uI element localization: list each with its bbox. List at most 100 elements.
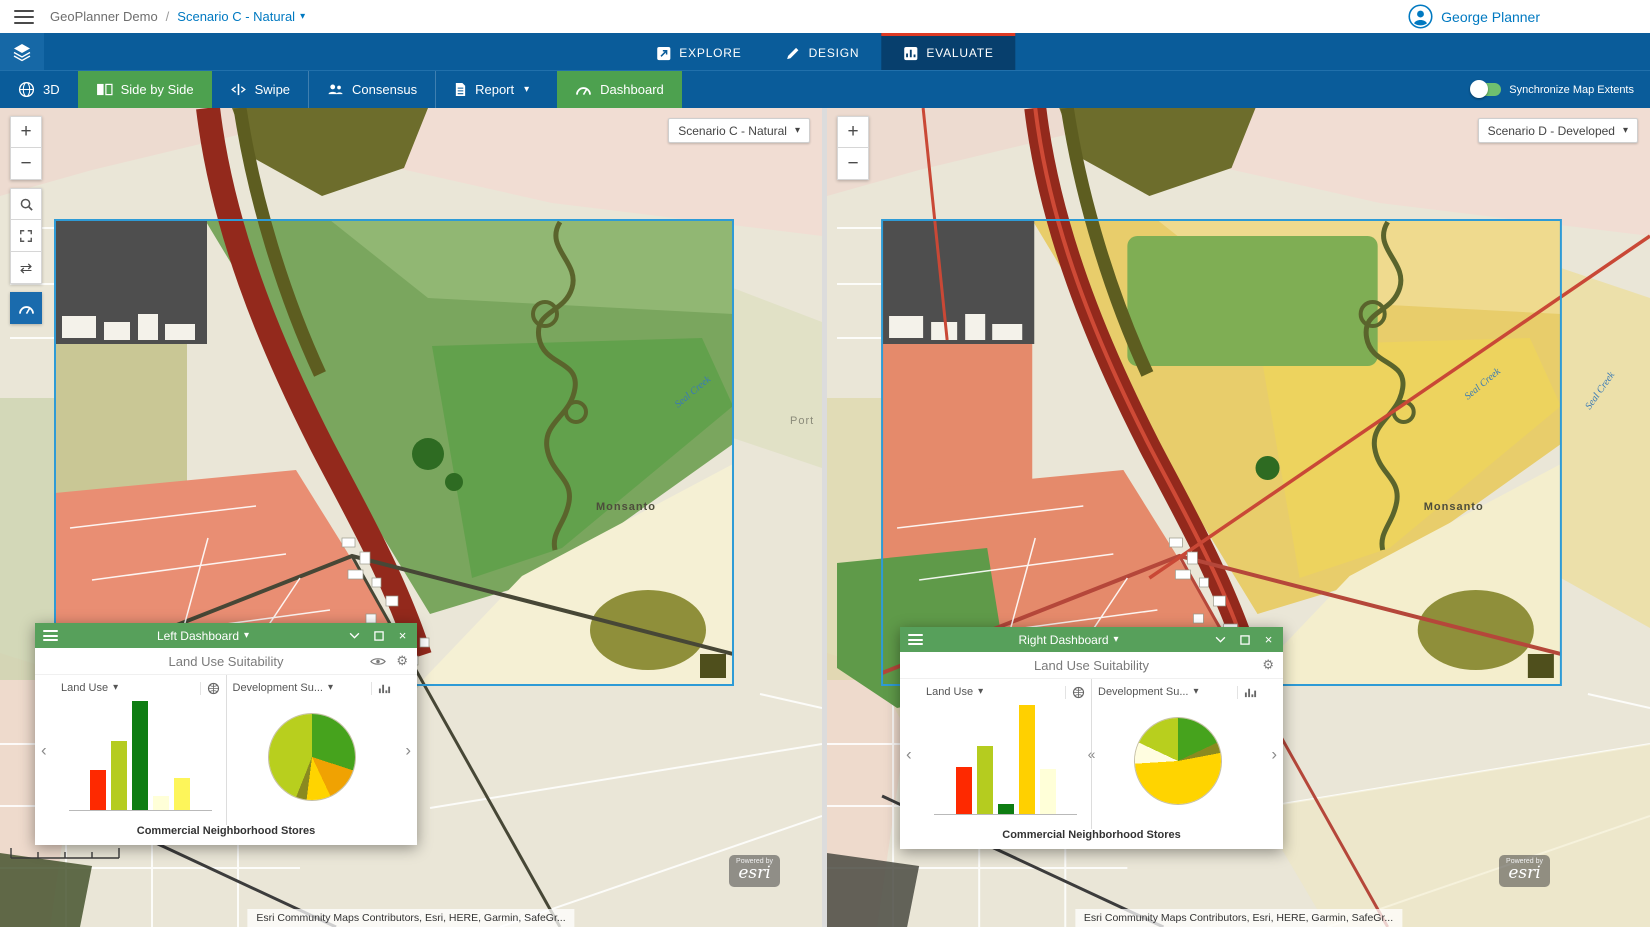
bar-segment [153, 796, 169, 810]
dashboard-menu-icon[interactable] [43, 630, 58, 641]
map-controls-right: + − [837, 116, 869, 188]
swap-scenarios-button[interactable]: ⇄ [10, 252, 42, 284]
bar-segment [1040, 769, 1056, 814]
chevron-down-icon: ▾ [978, 687, 983, 697]
toggle-switch[interactable] [1471, 83, 1501, 96]
sync-extents-toggle[interactable]: Synchronize Map Extents [1455, 71, 1650, 108]
map-label-monsanto: Monsanto [596, 501, 656, 513]
scenario-selector-label: Scenario D - Developed [1488, 124, 1615, 138]
collapse-charts-icon[interactable]: « [1088, 747, 1096, 761]
carousel-prev-icon[interactable]: ‹ [41, 742, 47, 759]
layers-button[interactable] [0, 33, 44, 70]
chart-field-label: Land Use [926, 686, 973, 698]
dashboard-window-controls: × [348, 629, 409, 642]
widget-title-row: Land Use Suitability ⚙ [900, 652, 1283, 679]
carousel-next-icon[interactable]: › [1271, 746, 1277, 763]
dashboard-label: Dashboard [600, 82, 664, 97]
swipe-button[interactable]: Swipe [212, 71, 308, 108]
toggle-knob [1470, 80, 1488, 98]
dashboard-menu-icon[interactable] [908, 634, 923, 645]
development-suitability-pie-chart[interactable] [1135, 718, 1221, 804]
chevron-down-icon: ▾ [328, 683, 333, 693]
user-avatar-icon [1408, 4, 1433, 29]
dashboard-window-controls: × [1214, 633, 1275, 646]
zoom-out-button[interactable]: − [10, 148, 42, 180]
menu-icon[interactable] [14, 10, 34, 24]
globe-icon [18, 81, 35, 98]
esri-logo[interactable]: Powered by esri [729, 855, 780, 887]
right-dashboard-panel: Right Dashboard ▾ × Land Use Suitability… [900, 627, 1283, 849]
bar-segment [174, 778, 190, 810]
esri-logo[interactable]: Powered by esri [1499, 855, 1550, 887]
app-header: GeoPlanner Demo / Scenario C - Natural ▾… [0, 0, 1650, 33]
chart-field-dropdown[interactable]: Land Use ▾ [61, 682, 118, 694]
search-icon [19, 197, 34, 212]
zoom-out-button[interactable]: − [837, 148, 869, 180]
scenario-selector-right[interactable]: Scenario D - Developed ▾ [1478, 118, 1638, 143]
gear-icon[interactable]: ⚙ [1262, 657, 1274, 673]
tab-evaluate[interactable]: EVALUATE [881, 33, 1015, 70]
esri-logo-text: esri [738, 865, 770, 882]
zoom-in-button[interactable]: + [10, 116, 42, 148]
chevron-down-icon: ▾ [300, 12, 305, 22]
zoom-in-button[interactable]: + [837, 116, 869, 148]
consensus-button[interactable]: Consensus [308, 71, 435, 108]
chart-field-label: Development Su... [233, 682, 324, 694]
dashboard-title-dropdown[interactable]: Left Dashboard ▾ [58, 629, 348, 643]
maximize-icon[interactable] [372, 629, 385, 642]
swipe-label: Swipe [255, 82, 290, 97]
dashboard-title-dropdown[interactable]: Right Dashboard ▾ [923, 633, 1214, 647]
collapse-icon[interactable] [1214, 633, 1227, 646]
search-button[interactable] [10, 188, 42, 220]
widget-title: Land Use Suitability [169, 654, 284, 669]
side-by-side-button[interactable]: Side by Side [78, 71, 212, 108]
land-use-bar-chart[interactable] [934, 705, 1077, 815]
chart-field-dropdown[interactable]: Development Su... ▾ [233, 682, 334, 694]
collapse-icon[interactable] [348, 629, 361, 642]
carousel-prev-icon[interactable]: ‹ [906, 746, 912, 763]
gear-icon[interactable]: ⚙ [396, 653, 408, 669]
map-label-port: Port [790, 415, 814, 427]
chart-field-dropdown[interactable]: Land Use ▾ [926, 686, 983, 698]
user-name: George Planner [1441, 9, 1540, 25]
dashboard-button[interactable]: Dashboard [557, 71, 682, 108]
close-icon[interactable]: × [396, 629, 409, 642]
tab-explore[interactable]: EXPLORE [634, 33, 763, 70]
development-suitability-chart-card: Development Su... ▾ [1091, 679, 1263, 829]
visibility-eye-icon[interactable] [370, 657, 386, 666]
chevron-down-icon: ▾ [1114, 635, 1119, 645]
chart-field-dropdown[interactable]: Development Su... ▾ [1098, 686, 1199, 698]
scenario-selector-left[interactable]: Scenario C - Natural ▾ [668, 118, 810, 143]
user-menu[interactable]: George Planner [1408, 4, 1540, 29]
maximize-icon[interactable] [1238, 633, 1251, 646]
report-button[interactable]: Report ▾ [435, 71, 547, 108]
globe-icon[interactable] [1065, 686, 1085, 699]
dashboard-toggle-button[interactable] [10, 292, 42, 324]
development-suitability-chart-card: Development Su... ▾ [226, 675, 398, 825]
widget-title: Land Use Suitability [1034, 658, 1149, 673]
carousel-next-icon[interactable]: › [405, 742, 411, 759]
globe-icon[interactable] [200, 682, 220, 695]
land-use-bar-chart[interactable] [69, 701, 212, 811]
full-extent-button[interactable] [10, 220, 42, 252]
3d-button[interactable]: 3D [0, 71, 78, 108]
breadcrumb-separator: / [166, 9, 170, 24]
development-suitability-pie-chart[interactable] [269, 714, 355, 800]
breadcrumb-app-title: GeoPlanner Demo [50, 9, 158, 24]
bar-segment [998, 804, 1014, 814]
report-label: Report [475, 82, 514, 97]
left-dashboard-header[interactable]: Left Dashboard ▾ × [35, 623, 417, 648]
chart-field-label: Land Use [61, 682, 108, 694]
bar-chart-icon[interactable] [371, 682, 391, 695]
tab-design[interactable]: DESIGN [764, 33, 882, 70]
close-icon[interactable]: × [1262, 633, 1275, 646]
map-label-monsanto: Monsanto [1424, 501, 1484, 513]
bar-chart-icon[interactable] [1237, 686, 1257, 699]
gauge-icon [575, 83, 592, 96]
right-dashboard-header[interactable]: Right Dashboard ▾ × [900, 627, 1283, 652]
bar-segment [1019, 705, 1035, 814]
scenario-selector-label: Scenario C - Natural [678, 124, 787, 138]
breadcrumb-scenario-dropdown[interactable]: Scenario C - Natural ▾ [177, 9, 305, 24]
side-by-side-label: Side by Side [121, 82, 194, 97]
evaluate-toolbar: 3D Side by Side Swipe Consensus Report ▾… [0, 70, 1650, 108]
